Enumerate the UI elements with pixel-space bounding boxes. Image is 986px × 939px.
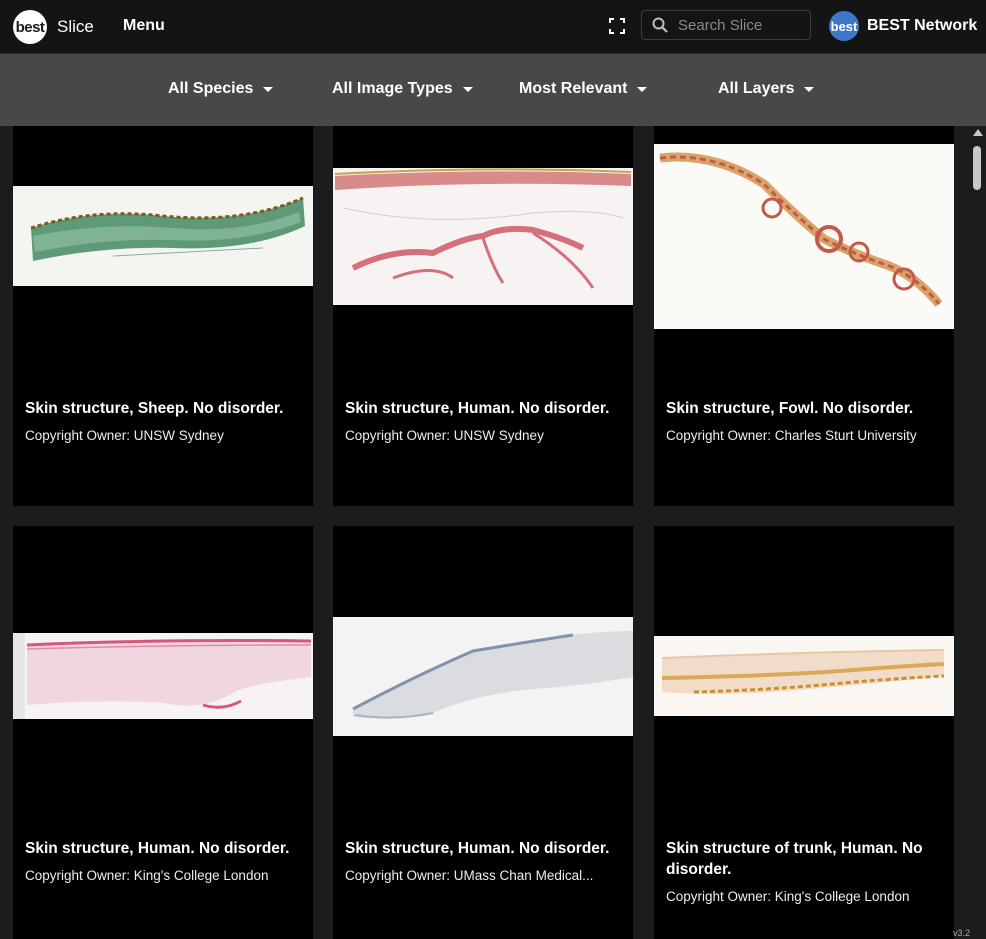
layers-filter-label: All Layers [718, 80, 795, 97]
best-network-logo[interactable]: best [829, 11, 859, 41]
search-icon [652, 17, 668, 33]
scroll-up-arrow-icon[interactable] [973, 129, 983, 136]
search-input[interactable] [676, 15, 808, 35]
slide-card[interactable]: Skin structure, Fowl. No disorder. Copyr… [654, 126, 954, 506]
slide-copyright-owner: Copyright Owner: UMass Chan Medical... [345, 868, 594, 883]
best-logo[interactable]: best [13, 10, 47, 44]
top-navigation-bar: best Slice Menu best BEST Network [0, 0, 986, 54]
slide-copyright-owner: Copyright Owner: King's College London [25, 868, 269, 883]
slide-thumbnail[interactable] [654, 144, 954, 329]
image-type-filter-dropdown[interactable]: All Image Types [332, 80, 473, 98]
slide-title: Skin structure, Human. No disorder. [345, 400, 610, 417]
filter-bar: All Species All Image Types Most Relevan… [0, 54, 986, 126]
slide-thumbnail[interactable] [13, 186, 313, 286]
search-box[interactable] [641, 10, 811, 40]
slide-copyright-owner: Copyright Owner: UNSW Sydney [345, 428, 544, 443]
menu-button[interactable]: Menu [123, 17, 165, 35]
sort-label: Most Relevant [519, 80, 628, 97]
slide-title: Skin structure, Fowl. No disorder. [666, 400, 914, 417]
slide-card[interactable]: Skin structure of trunk, Human. No disor… [654, 526, 954, 939]
slide-copyright-owner: Copyright Owner: Charles Sturt Universit… [666, 428, 917, 443]
slide-title: Skin structure, Sheep. No disorder. [25, 400, 284, 417]
caret-down-icon [637, 86, 648, 92]
layers-filter-dropdown[interactable]: All Layers [718, 80, 815, 98]
fullscreen-icon[interactable] [608, 17, 626, 35]
slide-card[interactable]: Skin structure, Sheep. No disorder. Copy… [13, 126, 313, 506]
sort-dropdown[interactable]: Most Relevant [519, 80, 648, 98]
slide-card[interactable]: Skin structure, Human. No disorder. Copy… [333, 526, 633, 939]
slide-thumbnail[interactable] [333, 168, 633, 305]
slide-card[interactable]: Skin structure, Human. No disorder. Copy… [13, 526, 313, 939]
slide-grid: Skin structure, Sheep. No disorder. Copy… [0, 126, 970, 939]
slide-copyright-owner: Copyright Owner: UNSW Sydney [25, 428, 224, 443]
vertical-scrollbar[interactable] [970, 126, 986, 939]
species-filter-dropdown[interactable]: All Species [168, 80, 274, 98]
app-name[interactable]: Slice [57, 17, 94, 37]
slide-thumbnail[interactable] [654, 636, 954, 716]
slide-card[interactable]: Skin structure, Human. No disorder. Copy… [333, 126, 633, 506]
slide-copyright-owner: Copyright Owner: King's College London [666, 889, 910, 904]
caret-down-icon [462, 86, 473, 92]
slide-title: Skin structure, Human. No disorder. [345, 840, 610, 857]
scrollbar-thumb[interactable] [973, 146, 981, 190]
slide-title: Skin structure, Human. No disorder. [25, 840, 290, 857]
slide-title: Skin structure of trunk, Human. No disor… [666, 840, 923, 878]
species-filter-label: All Species [168, 80, 254, 97]
slide-thumbnail[interactable] [333, 617, 633, 736]
slide-thumbnail[interactable] [13, 633, 313, 719]
version-label: v3.2 [953, 928, 971, 938]
best-network-link[interactable]: BEST Network [867, 17, 977, 35]
image-type-filter-label: All Image Types [332, 80, 453, 97]
caret-down-icon [804, 86, 815, 92]
caret-down-icon [263, 86, 274, 92]
